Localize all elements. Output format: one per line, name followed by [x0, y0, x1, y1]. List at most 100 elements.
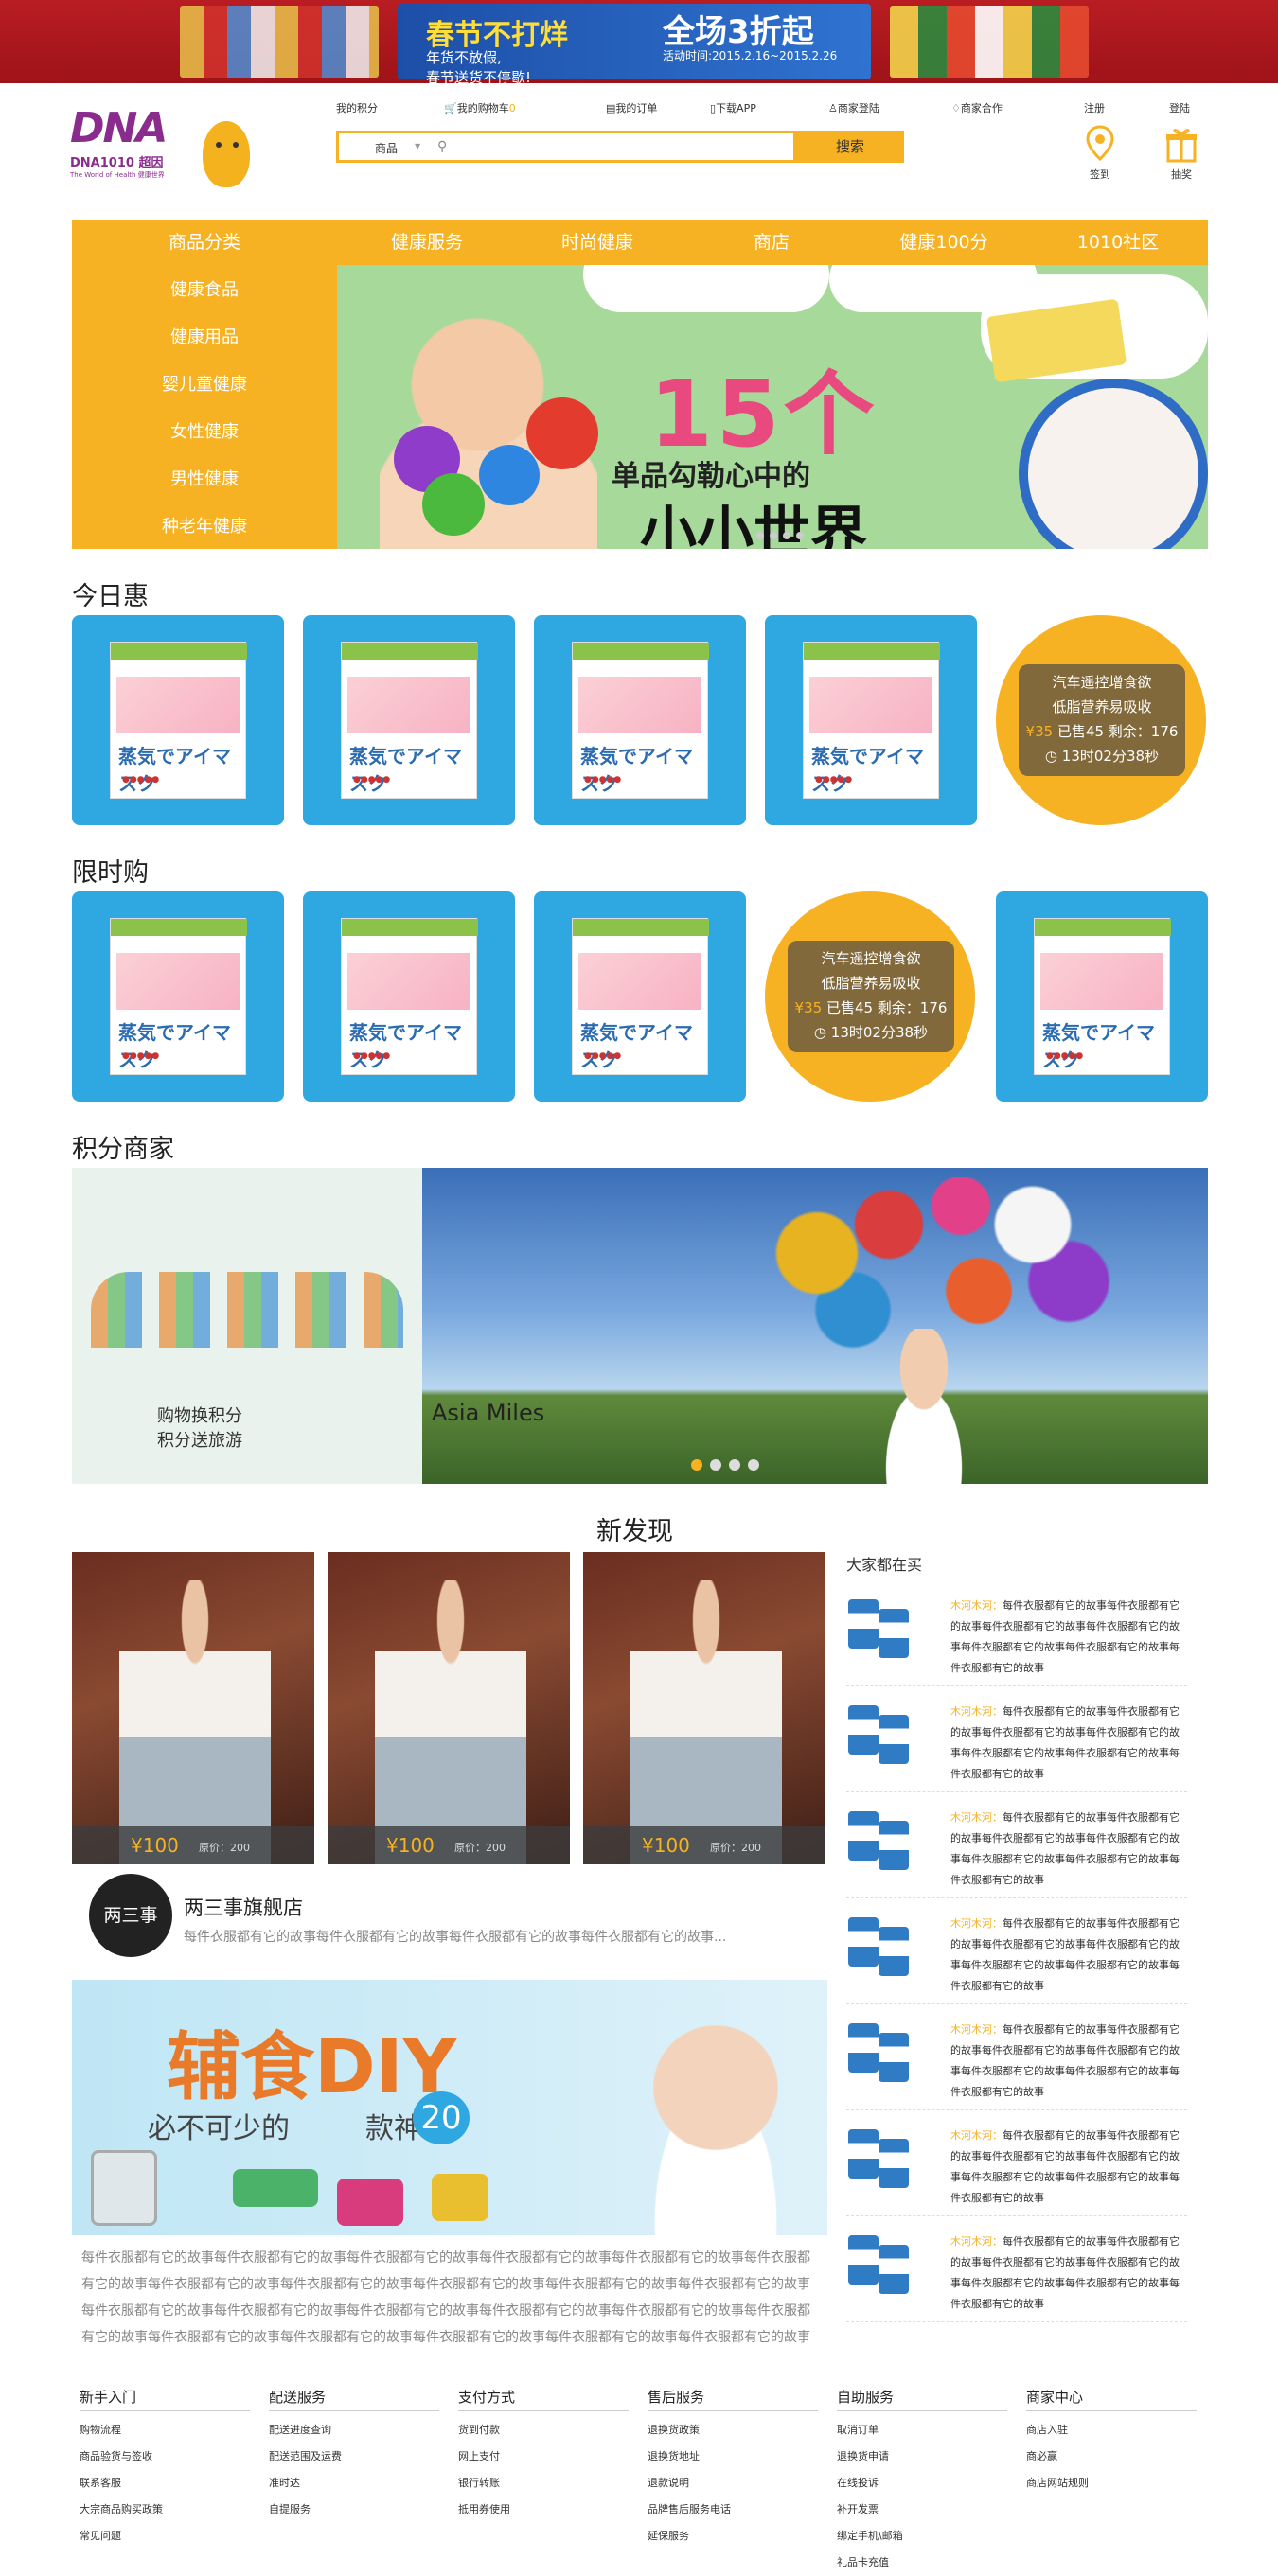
- category-item-health-food[interactable]: 健康食品: [72, 276, 337, 301]
- nav-category-title[interactable]: 商品分类: [72, 220, 337, 265]
- footer-link[interactable]: 配送范围及运费: [269, 2444, 439, 2470]
- photo-price: ¥100: [131, 1834, 179, 1857]
- footer-link[interactable]: 商必赢: [1026, 2444, 1197, 2470]
- photo-original-price: 原价：200: [710, 1842, 761, 1854]
- footer-link[interactable]: 商店网站规则: [1026, 2470, 1197, 2497]
- diy-subtitle: 必不可少的 款神器: [148, 2112, 451, 2145]
- hero-banner[interactable]: 15个 单品勾勒心中的 小小世界: [337, 265, 1208, 549]
- today-hover-card[interactable]: 汽车遥控增食欲 低脂营养易吸收 ¥35 已售45 剩余：176 ◷ 13时02分…: [996, 615, 1208, 825]
- fashion-photo-card[interactable]: ¥100 原价：200: [72, 1552, 314, 1864]
- today-product-card[interactable]: 蒸気でアイマスク ●●●●●: [303, 615, 515, 825]
- category-item-kids-health[interactable]: 婴儿童健康: [72, 371, 337, 396]
- today-product-card[interactable]: 蒸気でアイマスク ●●●●●: [765, 615, 977, 825]
- logo[interactable]: DNA DNA1010 超因 The World of Health 健康世界: [70, 104, 174, 189]
- category-item-elder-health[interactable]: 种老年健康: [72, 513, 337, 538]
- product-hover-info: 汽车遥控增食欲 低脂营养易吸收 ¥35 已售45 剩余：176 ◷ 13时02分…: [1019, 664, 1185, 776]
- nav-item-health-service[interactable]: 健康服务: [356, 220, 498, 265]
- link-merchant-login[interactable]: ♙商家登陆: [828, 100, 879, 115]
- footer-link[interactable]: 网上支付: [458, 2444, 629, 2470]
- footer-link[interactable]: 抵用券使用: [458, 2497, 629, 2523]
- search-input[interactable]: 商品 ▼ ⚲: [336, 131, 796, 163]
- flash-product-card[interactable]: 蒸気でアイマスク ●●●●●: [534, 891, 746, 1102]
- search-category-select[interactable]: 商品: [375, 140, 398, 156]
- footer-link[interactable]: 联系客服: [80, 2470, 250, 2497]
- nav-item-fashion-health[interactable]: 时尚健康: [526, 220, 668, 265]
- search-button[interactable]: 搜索: [796, 131, 904, 163]
- footer-link[interactable]: 商店入驻: [1026, 2417, 1197, 2444]
- link-my-orders[interactable]: ▤我的订单: [606, 100, 657, 115]
- store-info[interactable]: 两三事 两三事旗舰店 每件衣服都有它的故事每件衣服都有它的故事每件衣服都有它的故…: [89, 1874, 827, 1957]
- category-item-women-health[interactable]: 女性健康: [72, 418, 337, 443]
- footer-link[interactable]: 银行转账: [458, 2470, 629, 2497]
- footer-column: 配送服务 配送进度查询 配送范围及运费 准时达 自提服务: [269, 2387, 439, 2523]
- list-item[interactable]: 木河木河：每件衣服都有它的故事每件衣服都有它的故事每件衣服都有它的故事每件衣服都…: [846, 1792, 1187, 1898]
- link-my-points[interactable]: 我的积分: [336, 100, 378, 115]
- link-login[interactable]: 登陆: [1169, 100, 1190, 115]
- footer-heading: 自助服务: [837, 2387, 1007, 2411]
- fashion-photo-card[interactable]: ¥100 原价：200: [583, 1552, 825, 1864]
- footer-link[interactable]: 购物流程: [80, 2417, 250, 2444]
- model-photo: [630, 1580, 782, 1864]
- list-item[interactable]: 木河木河：每件衣服都有它的故事每件衣服都有它的故事每件衣服都有它的故事每件衣服都…: [846, 2110, 1187, 2216]
- footer-link[interactable]: 退款说明: [648, 2470, 818, 2497]
- nav-item-community[interactable]: 1010社区: [1047, 220, 1189, 265]
- clock-icon: ◷: [1044, 748, 1058, 765]
- footer-link[interactable]: 退换货申请: [837, 2444, 1007, 2470]
- nav-item-health-100[interactable]: 健康100分: [873, 220, 1015, 265]
- list-item[interactable]: 木河木河：每件衣服都有它的故事每件衣服都有它的故事每件衣服都有它的故事每件衣服都…: [846, 1580, 1187, 1686]
- top-ad-banner[interactable]: 春节不打烊 年货不放假, 春节送货不停歇! 全场3折起 活动时间:2015.2.1…: [0, 0, 1278, 86]
- footer-link[interactable]: 延保服务: [648, 2523, 818, 2550]
- category-item-men-health[interactable]: 男性健康: [72, 466, 337, 490]
- points-carousel-dots[interactable]: [687, 1456, 763, 1474]
- footer-link[interactable]: 常见问题: [80, 2523, 250, 2550]
- footer-link[interactable]: 大宗商品购买政策: [80, 2497, 250, 2523]
- flash-product-card[interactable]: 蒸気でアイマスク ●●●●●: [996, 891, 1208, 1102]
- footer-link[interactable]: 补开发票: [837, 2497, 1007, 2523]
- footer-link[interactable]: 品牌售后服务电话: [648, 2497, 818, 2523]
- diy-banner[interactable]: 辅食DIY 必不可少的 款神器 20: [72, 1980, 827, 2235]
- footer-link[interactable]: 取消订单: [837, 2417, 1007, 2444]
- footer-column: 商家中心 商店入驻 商必赢 商店网站规则: [1026, 2387, 1197, 2497]
- store-name[interactable]: 两三事旗舰店: [184, 1893, 303, 1921]
- link-my-cart[interactable]: 🛒我的购物车0: [444, 100, 516, 115]
- photo-price: ¥100: [642, 1834, 690, 1857]
- footer-link[interactable]: 配送进度查询: [269, 2417, 439, 2444]
- list-item[interactable]: 木河木河：每件衣服都有它的故事每件衣服都有它的故事每件衣服都有它的故事每件衣服都…: [846, 1898, 1187, 2004]
- footer-link[interactable]: 绑定手机\邮箱: [837, 2523, 1007, 2550]
- today-product-card[interactable]: 蒸気でアイマスク ●●●●●: [72, 615, 284, 825]
- new-discovery-title: 新发现: [596, 1517, 673, 1546]
- list-item[interactable]: 木河木河：每件衣服都有它的故事每件衣服都有它的故事每件衣服都有它的故事每件衣服都…: [846, 2216, 1187, 2322]
- flash-hover-card[interactable]: 汽车遥控增食欲 低脂营养易吸收 ¥35 已售45 剩余：176 ◷ 13时02分…: [765, 891, 977, 1102]
- footer-link[interactable]: 退换货地址: [648, 2444, 818, 2470]
- footer-link[interactable]: 在线投诉: [837, 2470, 1007, 2497]
- link-register[interactable]: 注册: [1084, 100, 1105, 115]
- footer-link[interactable]: 准时达: [269, 2470, 439, 2497]
- ad-products-left-image: [180, 6, 379, 78]
- points-banner[interactable]: 购物换积分 积分送旅游 Asia Miles: [72, 1168, 1208, 1484]
- nav-item-store[interactable]: 商店: [701, 220, 843, 265]
- product-image: 蒸気でアイマスク ●●●●●: [803, 642, 940, 799]
- sign-in-button[interactable]: 签到: [1079, 125, 1121, 182]
- hero-carousel-dots[interactable]: [754, 525, 807, 543]
- location-pin-icon: [1086, 125, 1114, 162]
- category-item-health-goods[interactable]: 健康用品: [72, 324, 337, 348]
- lottery-button[interactable]: 抽奖: [1161, 125, 1202, 182]
- list-item[interactable]: 木河木河：每件衣服都有它的故事每件衣服都有它的故事每件衣服都有它的故事每件衣服都…: [846, 2004, 1187, 2110]
- hover-price: ¥35: [1025, 723, 1054, 740]
- link-merchant-cooperation[interactable]: ♢商家合作: [951, 100, 1003, 115]
- footer-link[interactable]: 退换货政策: [648, 2417, 818, 2444]
- link-download-app[interactable]: ▯下载APP: [710, 100, 756, 115]
- footer-link[interactable]: 自提服务: [269, 2497, 439, 2523]
- diy-number: 20: [413, 2091, 470, 2144]
- diy-baby-image: [621, 2008, 810, 2235]
- flash-product-card[interactable]: 蒸気でアイマスク ●●●●●: [303, 891, 515, 1102]
- today-product-card[interactable]: 蒸気でアイマスク ●●●●●: [534, 615, 746, 825]
- flash-sale-title: 限时购: [72, 858, 149, 888]
- footer-link[interactable]: 货到付款: [458, 2417, 629, 2444]
- footer-link[interactable]: 商品验货与签收: [80, 2444, 250, 2470]
- points-left-image: [72, 1168, 422, 1484]
- list-item[interactable]: 木河木河：每件衣服都有它的故事每件衣服都有它的故事每件衣服都有它的故事每件衣服都…: [846, 1686, 1187, 1792]
- flash-product-card[interactable]: 蒸気でアイマスク ●●●●●: [72, 891, 284, 1102]
- product-image: 蒸気でアイマスク ●●●●●: [341, 918, 478, 1075]
- fashion-photo-card[interactable]: ¥100 原价：200: [328, 1552, 570, 1864]
